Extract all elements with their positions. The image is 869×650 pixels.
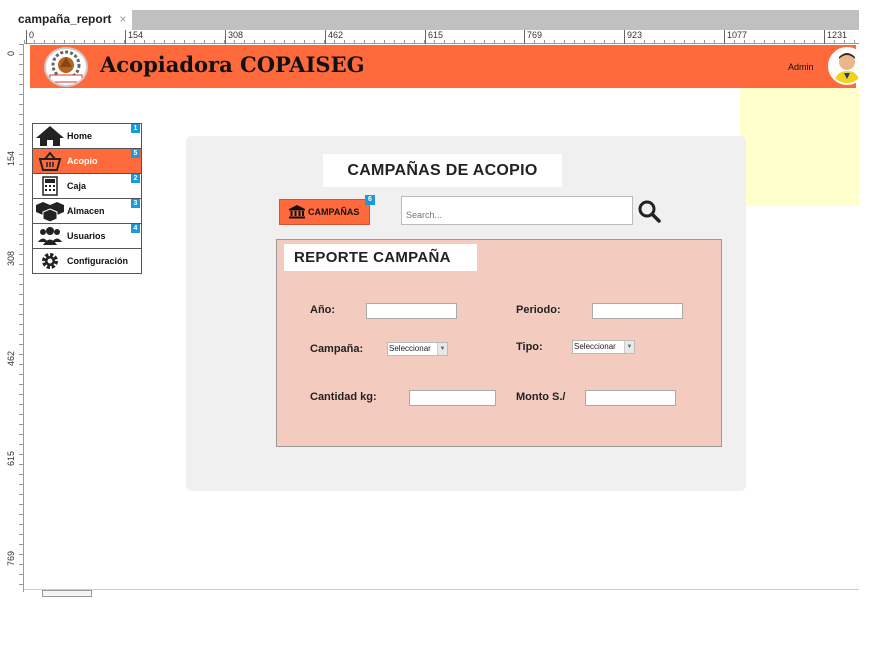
horizontal-scrollbar[interactable] xyxy=(24,589,859,597)
user-avatar[interactable] xyxy=(828,47,859,85)
sidebar-item-acopio[interactable]: Acopio 5 xyxy=(32,148,142,174)
campaign-select[interactable]: Seleccionar ▼ xyxy=(387,342,448,356)
amount-label: Monto S./ xyxy=(516,391,566,403)
bank-icon xyxy=(288,205,306,219)
campaigns-button[interactable]: CAMPAÑAS 6 xyxy=(279,195,375,225)
tab-close-icon[interactable]: × xyxy=(119,12,126,26)
user-name[interactable]: Admin xyxy=(788,62,814,72)
report-title: REPORTE CAMPAÑA xyxy=(284,244,477,271)
period-input[interactable] xyxy=(592,303,683,319)
home-icon xyxy=(33,125,67,147)
sidebar-badge: 1 xyxy=(131,124,140,133)
sidebar-item-home[interactable]: Home 1 xyxy=(32,123,142,149)
tab-bar-filler xyxy=(132,10,859,30)
campaigns-button-label: CAMPAÑAS xyxy=(308,207,360,217)
year-label: Año: xyxy=(310,304,336,316)
ruler-tick-label: 1231 xyxy=(824,30,847,44)
scrollbar-thumb[interactable] xyxy=(42,590,92,597)
sidebar-item-label: Almacen xyxy=(67,206,105,216)
year-input[interactable] xyxy=(366,303,457,319)
boxes-icon xyxy=(33,200,67,222)
users-icon xyxy=(33,226,67,246)
sidebar-badge: 2 xyxy=(131,174,140,183)
sidebar-item-label: Home xyxy=(67,131,93,141)
ruler-tick-label: 769 xyxy=(524,30,542,44)
campaign-label: Campaña: xyxy=(310,343,364,355)
sidebar-badge: 4 xyxy=(131,224,140,233)
main-panel: CAMPAÑAS DE ACOPIO CAMPAÑAS 6 REPORTE CA… xyxy=(186,136,746,491)
quantity-input[interactable] xyxy=(409,390,496,406)
type-select[interactable]: Seleccionar ▼ xyxy=(572,340,635,354)
ruler-tick-label: 308 xyxy=(225,30,243,44)
period-label: Periodo: xyxy=(516,304,561,316)
ruler-tick-label: 1077 xyxy=(724,30,747,44)
mockup-canvas: Acopiadora COPAISEG Admin Home 1 Acopio … xyxy=(25,45,859,592)
ruler-tick-label: 462 xyxy=(6,350,16,366)
report-form: REPORTE CAMPAÑA Año: Periodo: Campaña: S… xyxy=(276,239,722,447)
campaign-select-value: Seleccionar xyxy=(389,344,431,353)
sidebar-item-label: Acopio xyxy=(67,156,98,166)
horizontal-ruler: 0 154 308 462 615 769 923 1077 1231 xyxy=(24,30,859,44)
calculator-icon xyxy=(33,176,67,196)
basket-icon xyxy=(33,151,67,171)
tab-title: campaña_report xyxy=(18,12,112,26)
sidebar-item-usuarios[interactable]: Usuarios 4 xyxy=(32,223,142,249)
amount-input[interactable] xyxy=(585,390,676,406)
sidebar-item-caja[interactable]: Caja 2 xyxy=(32,173,142,199)
type-label: Tipo: xyxy=(516,341,543,353)
ruler-tick-label: 615 xyxy=(425,30,443,44)
sidebar-item-label: Usuarios xyxy=(67,231,106,241)
sidebar-menu: Home 1 Acopio 5 Caja 2 Almacen 3 Usuario… xyxy=(32,123,142,274)
search-icon[interactable] xyxy=(637,199,661,223)
app-header: Acopiadora COPAISEG Admin xyxy=(30,45,859,88)
sidebar-item-configuracion[interactable]: Configuración xyxy=(32,248,142,274)
ruler-tick-label: 615 xyxy=(6,450,16,466)
ruler-tick-label: 462 xyxy=(325,30,343,44)
app-title: Acopiadora COPAISEG xyxy=(100,52,365,77)
ruler-tick-label: 923 xyxy=(624,30,642,44)
search-input[interactable] xyxy=(401,196,633,225)
gear-icon xyxy=(33,251,67,271)
ruler-tick-label: 154 xyxy=(6,150,16,166)
sticky-note xyxy=(740,88,859,206)
ruler-tick-label: 308 xyxy=(6,250,16,266)
chevron-down-icon: ▼ xyxy=(624,341,634,353)
sidebar-item-label: Caja xyxy=(67,181,87,191)
tab-bar: campaña_report × xyxy=(0,0,869,30)
vertical-ruler: 0 154 308 462 615 769 xyxy=(0,44,24,592)
campaigns-badge: 6 xyxy=(365,195,375,205)
chevron-down-icon: ▼ xyxy=(437,343,447,355)
ruler-tick-label: 154 xyxy=(125,30,143,44)
sidebar-item-label: Configuración xyxy=(67,256,128,266)
page-title: CAMPAÑAS DE ACOPIO xyxy=(323,154,562,187)
ruler-tick-label: 0 xyxy=(6,50,16,56)
sidebar-badge: 3 xyxy=(131,199,140,208)
type-select-value: Seleccionar xyxy=(574,342,616,351)
ruler-tick-label: 0 xyxy=(26,30,34,44)
sidebar-item-almacen[interactable]: Almacen 3 xyxy=(32,198,142,224)
quantity-label: Cantidad kg: xyxy=(310,391,377,403)
ruler-tick-label: 769 xyxy=(6,550,16,566)
tab-campana-report[interactable]: campaña_report × xyxy=(0,4,132,30)
sidebar-badge: 5 xyxy=(131,149,140,158)
copaiseg-logo xyxy=(44,47,88,87)
